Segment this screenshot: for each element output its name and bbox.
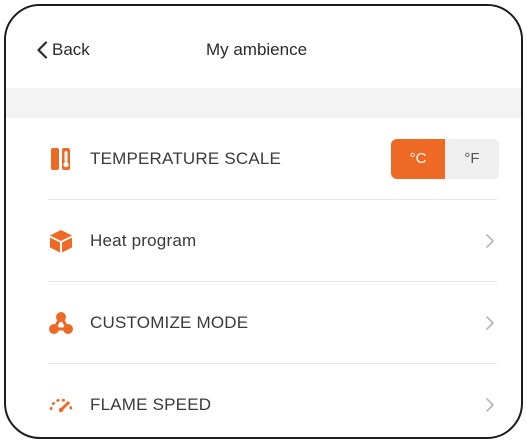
row-customize-mode[interactable]: CUSTOMIZE MODE [48,282,497,364]
temperature-scale-toggle[interactable]: °C °F [391,138,499,179]
chevron-right-icon [486,398,494,412]
celsius-option[interactable]: °C [391,138,445,179]
page-title: My ambience [205,40,308,59]
row-label: Heat program [90,230,197,250]
thermometer-icon [48,146,74,172]
section-spacer [6,88,521,118]
row-label: TEMPERATURE SCALE [90,148,282,168]
molecule-icon [48,310,74,336]
row-label: CUSTOMIZE MODE [90,312,249,332]
settings-list: TEMPERATURE SCALE °C °F Heat program CUS… [6,118,521,437]
gauge-icon [48,392,74,418]
chevron-right-icon [486,233,494,248]
fahrenheit-option[interactable]: °F [445,138,499,179]
row-flame-speed[interactable]: FLAME SPEED [48,364,497,437]
row-heat-program[interactable]: Heat program [48,200,497,282]
nav-bar: Back My ambience [6,6,521,88]
cube-icon [48,228,74,254]
phone-frame: Back My ambience TEMPERATURE SCALE °C °F [4,4,523,439]
row-label: FLAME SPEED [90,395,212,414]
row-temperature-scale: TEMPERATURE SCALE °C °F [48,118,499,200]
chevron-right-icon [486,315,494,330]
